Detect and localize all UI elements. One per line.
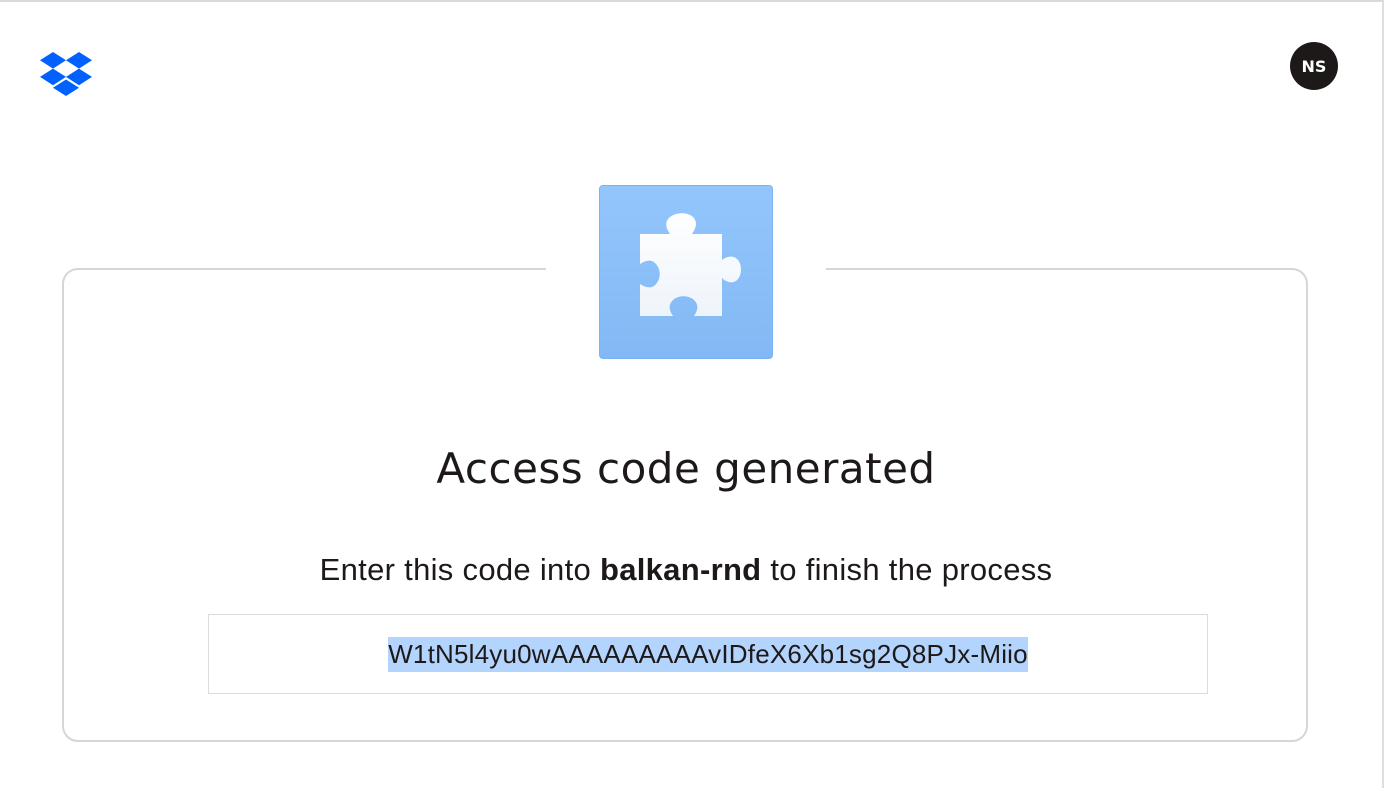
- app-icon: [599, 185, 773, 359]
- instruction-prefix: Enter this code into: [319, 552, 600, 587]
- app-name: balkan-rnd: [599, 552, 762, 587]
- top-divider: [0, 0, 1384, 2]
- page-title: Access code generated: [436, 444, 936, 493]
- access-code-field[interactable]: W1tN5l4yu0wAAAAAAAAAvIDfeX6Xb1sg2Q8PJx-M…: [208, 614, 1208, 694]
- dropbox-logo-icon[interactable]: [40, 52, 92, 96]
- instruction-text: Enter this code into balkan-rnd to finis…: [0, 552, 1372, 588]
- page: NS Access code generated Enter this code…: [0, 0, 1384, 788]
- user-avatar[interactable]: NS: [1290, 42, 1338, 90]
- instruction-suffix: to finish the process: [761, 552, 1053, 587]
- puzzle-piece-icon: [640, 213, 741, 316]
- access-code-value[interactable]: W1tN5l4yu0wAAAAAAAAAvIDfeX6Xb1sg2Q8PJx-M…: [388, 636, 1028, 672]
